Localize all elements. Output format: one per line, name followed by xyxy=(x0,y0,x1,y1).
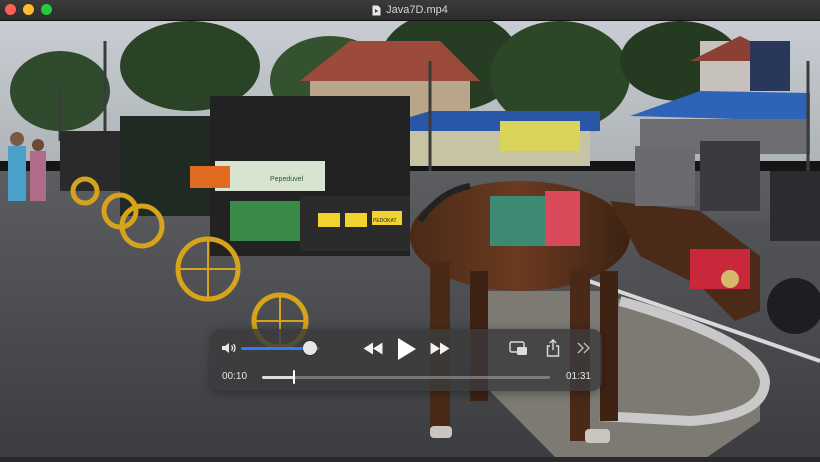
timeline-track[interactable] xyxy=(262,376,550,379)
carriage-sign: Pepeduvel xyxy=(270,176,304,183)
zoom-window-button[interactable] xyxy=(41,4,52,15)
close-window-button[interactable] xyxy=(5,4,16,15)
picture-in-picture-icon[interactable] xyxy=(509,341,528,356)
carriage-plate: PEDOKAT xyxy=(373,218,397,224)
play-icon[interactable] xyxy=(397,337,417,361)
traffic-lights xyxy=(5,4,52,15)
video-frame[interactable]: Pepeduvel PEDOKAT xyxy=(0,21,820,462)
chevron-double-right-icon[interactable] xyxy=(577,342,591,354)
total-duration: 01:31 xyxy=(565,371,591,382)
video-file-icon xyxy=(372,5,381,15)
title-bar[interactable]: Java7D.mp4 xyxy=(0,0,820,21)
elapsed-time: 00:10 xyxy=(222,371,248,382)
minimize-window-button[interactable] xyxy=(23,4,34,15)
volume-slider-knob[interactable] xyxy=(303,341,317,355)
fast-forward-icon[interactable] xyxy=(430,342,450,355)
window-title-group: Java7D.mp4 xyxy=(372,4,448,16)
video-content: Pepeduvel PEDOKAT xyxy=(0,21,820,462)
timeline-playhead[interactable] xyxy=(293,370,295,384)
share-icon[interactable] xyxy=(546,339,560,357)
volume-slider-fill xyxy=(241,347,310,350)
player-window: Java7D.mp4 Pepeduvel PEDOKAT 00:10 01:31 xyxy=(0,0,820,462)
speaker-icon[interactable] xyxy=(221,342,237,354)
window-title: Java7D.mp4 xyxy=(386,4,448,16)
rewind-icon[interactable] xyxy=(363,342,383,355)
timeline-progress xyxy=(262,376,294,379)
playback-controls[interactable]: 00:10 01:31 xyxy=(211,329,602,391)
